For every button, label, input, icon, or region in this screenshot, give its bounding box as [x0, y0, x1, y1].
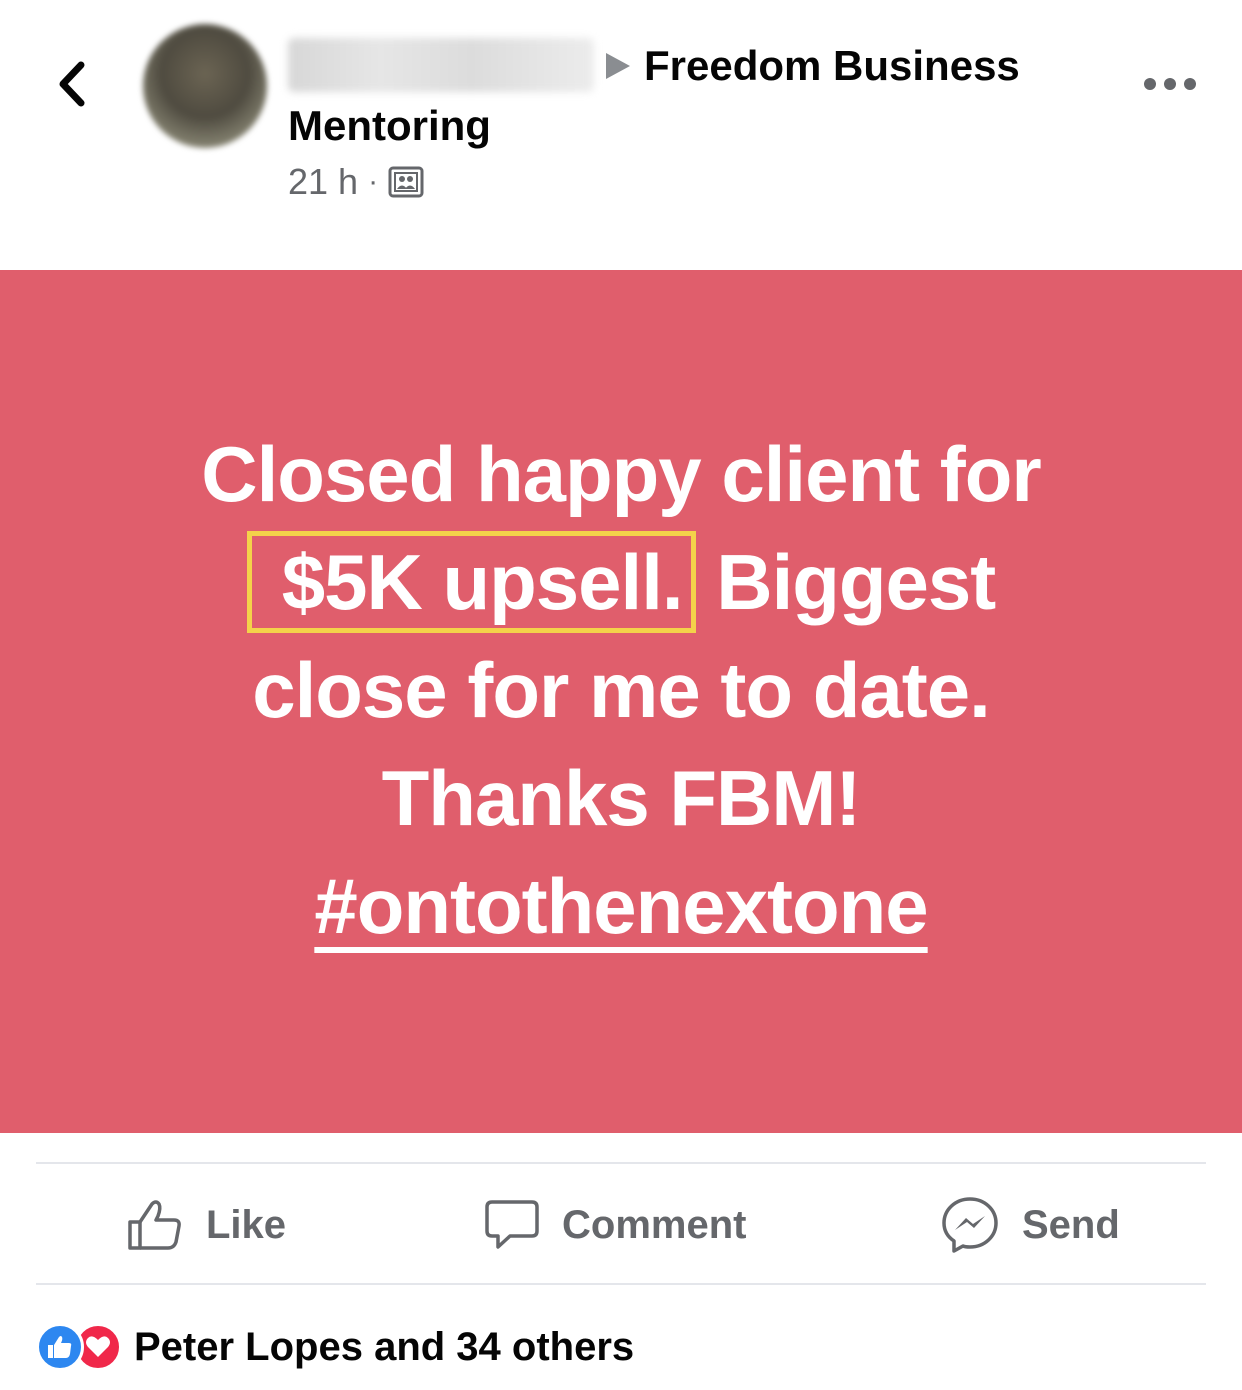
- post-line-1: Closed happy client for: [201, 430, 1041, 518]
- hashtag-link[interactable]: #ontothenextone: [314, 862, 928, 950]
- post-title: Freedom Business Mentoring: [288, 36, 1108, 156]
- arrow-right-icon: [606, 52, 630, 79]
- post-line-2: $5K upsell. Biggest: [60, 528, 1182, 636]
- back-button[interactable]: [48, 56, 96, 112]
- author-avatar[interactable]: [143, 24, 267, 148]
- highlighted-amount: $5K upsell.: [246, 531, 696, 633]
- author-name-redacted[interactable]: [288, 37, 594, 92]
- comment-button[interactable]: Comment: [484, 1192, 746, 1258]
- post-page: Freedom Business Mentoring 21 h · Closed…: [0, 0, 1242, 1390]
- like-label: Like: [206, 1202, 287, 1247]
- more-dot: [1144, 78, 1156, 90]
- divider-top: [36, 1162, 1206, 1164]
- like-reaction-icon: [36, 1323, 84, 1371]
- reactions-summary[interactable]: Peter Lopes and 34 others: [36, 1322, 634, 1372]
- meta-separator: ·: [368, 165, 379, 198]
- group-name-continued[interactable]: Mentoring: [288, 102, 491, 149]
- send-button[interactable]: Send: [940, 1192, 1120, 1258]
- messenger-icon: [942, 1197, 998, 1253]
- comment-bubble-icon: [485, 1200, 539, 1249]
- group-name[interactable]: Freedom Business: [644, 42, 1020, 89]
- thumbs-up-icon: [128, 1200, 181, 1250]
- post-line-3: close for me to date.: [252, 646, 991, 734]
- post-line-2-rest: Biggest: [716, 538, 996, 626]
- group-audience-icon: [388, 166, 424, 198]
- post-header: Freedom Business Mentoring 21 h ·: [288, 36, 1108, 204]
- like-button[interactable]: Like: [126, 1192, 286, 1258]
- post-line-4: Thanks FBM!: [381, 754, 862, 842]
- timestamp[interactable]: 21 h: [288, 161, 358, 203]
- more-dot: [1164, 78, 1176, 90]
- post-meta: 21 h ·: [288, 160, 1108, 204]
- post-content: Closed happy client for $5K upsell. Bigg…: [60, 420, 1182, 960]
- chevron-left-icon: [59, 61, 85, 107]
- comment-label: Comment: [562, 1202, 747, 1247]
- more-options-button[interactable]: [1140, 62, 1200, 106]
- send-label: Send: [1022, 1202, 1120, 1247]
- divider-bottom: [36, 1283, 1206, 1285]
- reactions-text: Peter Lopes and 34 others: [134, 1324, 635, 1369]
- more-dot: [1184, 78, 1196, 90]
